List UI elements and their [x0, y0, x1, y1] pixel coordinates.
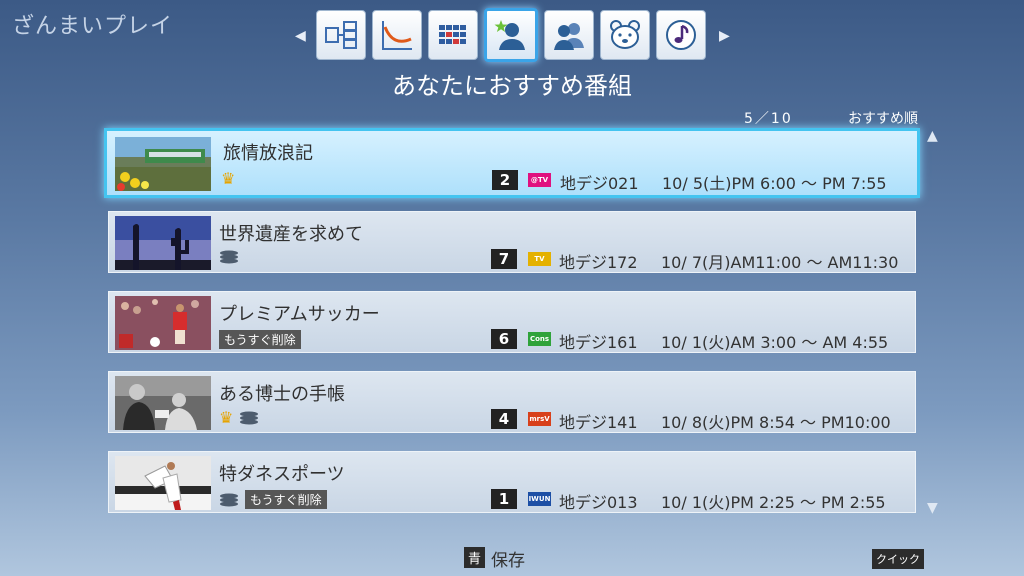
airtime: 10/ 8(火)PM 8:54 ～ PM10:00 — [661, 413, 891, 432]
category-tabs — [316, 8, 706, 62]
program-thumbnail — [115, 216, 211, 270]
sort-order-label[interactable]: おすすめ順 — [848, 108, 918, 128]
tab-scroll-left-arrow-icon[interactable]: ◀ — [295, 28, 306, 44]
program-thumbnail — [115, 376, 211, 430]
disk-stack-icon — [220, 493, 238, 506]
expire-soon-tag: もうすぐ削除 — [245, 490, 327, 509]
crown-icon: ♛ — [219, 408, 234, 427]
channel-number: 6 — [491, 329, 517, 349]
program-row[interactable]: 世界遺産を求めて 7 TV 地デジ172 10/ 7(月)AM11:00 ～ A… — [108, 211, 916, 273]
channel-name: 地デジ161 — [559, 333, 638, 352]
scroll-down-arrow-icon[interactable]: ▼ — [927, 500, 938, 516]
tab-music[interactable] — [656, 10, 706, 60]
channel-logo: mrsV — [528, 412, 551, 426]
channel-number: 7 — [491, 249, 517, 269]
disk-stack-icon — [220, 250, 238, 264]
airtime: 10/ 5(土)PM 6:00 ～ PM 7:55 — [662, 174, 887, 193]
airtime: 10/ 7(月)AM11:00 ～ AM11:30 — [661, 253, 899, 272]
program-thumbnail — [115, 296, 211, 350]
channel-number: 4 — [491, 409, 517, 429]
airtime: 10/ 1(火)AM 3:00 ～ AM 4:55 — [661, 333, 889, 352]
tab-recommended[interactable] — [484, 8, 538, 62]
program-thumbnail — [115, 137, 211, 191]
program-title: 旅情放浪記 — [223, 143, 313, 164]
app-title: ざんまいプレイ — [12, 14, 174, 39]
people-icon — [554, 23, 584, 50]
program-row[interactable]: プレミアムサッカー もうすぐ削除 6 Cons 地デジ161 10/ 1(火)A… — [108, 291, 916, 353]
program-title: 特ダネスポーツ — [219, 464, 345, 485]
program-thumbnail — [115, 456, 211, 510]
channel-number: 2 — [492, 170, 518, 190]
page-indicator: 5／10 — [744, 111, 793, 127]
expire-soon-tag: もうすぐ削除 — [219, 330, 301, 349]
channel-logo: @TV — [528, 173, 551, 187]
program-row[interactable]: 特ダネスポーツ もうすぐ削除 1 IWUN 地デジ013 10/ 1(火)PM … — [108, 451, 916, 513]
program-title: プレミアムサッカー — [219, 304, 380, 325]
blue-key-indicator[interactable]: 青 — [464, 547, 486, 568]
disk-stack-icon — [240, 411, 259, 425]
channel-logo: TV — [528, 252, 551, 266]
music-note-icon — [666, 20, 696, 50]
channel-number: 1 — [491, 489, 517, 509]
trend-chart-icon — [382, 21, 412, 50]
program-tree-icon — [325, 21, 357, 49]
tab-scroll-right-arrow-icon[interactable]: ▶ — [719, 28, 730, 44]
channel-name: 地デジ021 — [560, 174, 639, 193]
tab-trend-chart[interactable] — [372, 10, 422, 60]
scroll-up-arrow-icon[interactable]: ▲ — [927, 128, 938, 144]
program-title: 世界遺産を求めて — [219, 224, 363, 245]
program-row[interactable]: ある博士の手帳 ♛ 4 mrsV 地デジ141 10/ 8(火)PM 8:54 … — [108, 371, 916, 433]
tab-program-tree[interactable] — [316, 10, 366, 60]
save-label: 保存 — [491, 551, 525, 571]
channel-name: 地デジ172 — [559, 253, 638, 272]
channel-name: 地デジ013 — [559, 493, 638, 512]
crown-icon: ♛ — [221, 169, 236, 188]
tab-people[interactable] — [544, 10, 594, 60]
tab-grid-guide[interactable] — [428, 10, 478, 60]
program-row[interactable]: 旅情放浪記 ♛ 2 @TV 地デジ021 10/ 5(土)PM 6:00 ～ P… — [104, 128, 920, 198]
recommended-person-icon — [494, 20, 525, 50]
tab-bear[interactable] — [600, 10, 650, 60]
bear-icon — [610, 20, 640, 49]
grid-guide-icon — [439, 25, 466, 44]
quick-menu-button[interactable]: クイック — [872, 549, 924, 569]
channel-name: 地デジ141 — [559, 413, 638, 432]
airtime: 10/ 1(火)PM 2:25 ～ PM 2:55 — [661, 493, 886, 512]
program-title: ある博士の手帳 — [219, 384, 345, 405]
section-title: あなたにおすすめ番組 — [392, 72, 632, 100]
channel-logo: IWUN — [528, 492, 551, 506]
channel-logo: Cons — [528, 332, 551, 346]
